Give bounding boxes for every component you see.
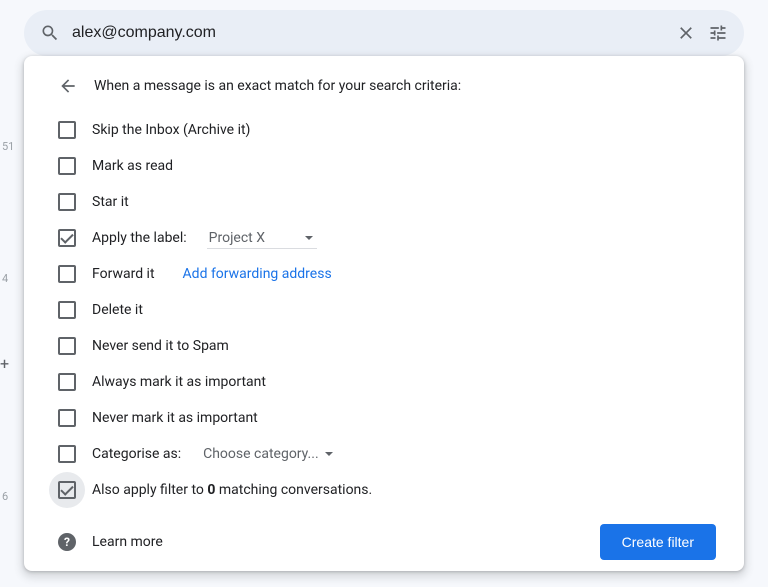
create-filter-button[interactable]: Create filter xyxy=(600,524,716,560)
checkbox-forward[interactable] xyxy=(58,265,76,283)
plus-icon[interactable]: + xyxy=(0,354,9,373)
label-apply-label: Apply the label: xyxy=(92,230,187,246)
panel-footer: ? Learn more Create filter xyxy=(52,524,716,560)
tune-icon[interactable] xyxy=(708,23,728,43)
chevron-down-icon xyxy=(305,236,313,240)
gutter-count-3: 6 xyxy=(2,490,8,503)
checkbox-apply-label[interactable] xyxy=(58,229,76,247)
help-icon[interactable]: ? xyxy=(58,533,76,551)
chevron-down-icon xyxy=(325,452,333,456)
label-dropdown[interactable]: Project X xyxy=(207,228,317,249)
close-icon[interactable] xyxy=(676,23,696,43)
checkbox-skip-inbox[interactable] xyxy=(58,121,76,139)
checkbox-star[interactable] xyxy=(58,193,76,211)
label-mark-read: Mark as read xyxy=(92,158,173,174)
option-delete: Delete it xyxy=(52,292,716,328)
option-skip-inbox: Skip the Inbox (Archive it) xyxy=(52,112,716,148)
checkbox-mark-read[interactable] xyxy=(58,157,76,175)
panel-header: When a message is an exact match for you… xyxy=(58,76,716,96)
label-skip-inbox: Skip the Inbox (Archive it) xyxy=(92,122,250,138)
panel-header-text: When a message is an exact match for you… xyxy=(94,78,461,94)
footer-left: ? Learn more xyxy=(58,533,163,551)
filter-panel: When a message is an exact match for you… xyxy=(24,56,744,571)
option-never-spam: Never send it to Spam xyxy=(52,328,716,364)
label-never-spam: Never send it to Spam xyxy=(92,338,229,354)
back-icon[interactable] xyxy=(58,76,78,96)
add-forwarding-link[interactable]: Add forwarding address xyxy=(183,266,332,282)
search-bar xyxy=(24,10,744,56)
gutter-count-2: 4 xyxy=(2,272,8,285)
option-mark-read: Mark as read xyxy=(52,148,716,184)
checkbox-also-apply[interactable] xyxy=(58,481,76,499)
checkbox-always-important[interactable] xyxy=(58,373,76,391)
left-gutter: 51 4 + 6 xyxy=(0,0,16,587)
label-categorise: Categorise as: xyxy=(92,446,181,462)
filter-options: Skip the Inbox (Archive it) Mark as read… xyxy=(52,112,716,508)
label-delete: Delete it xyxy=(92,302,143,318)
option-never-important: Never mark it as important xyxy=(52,400,716,436)
checkbox-highlight xyxy=(49,472,85,508)
label-dropdown-text: Project X xyxy=(209,230,265,246)
gutter-count-1: 51 xyxy=(2,140,14,153)
checkbox-never-spam[interactable] xyxy=(58,337,76,355)
checkbox-never-important[interactable] xyxy=(58,409,76,427)
option-forward: Forward it Add forwarding address xyxy=(52,256,716,292)
search-icon xyxy=(40,23,60,43)
categorise-dropdown[interactable]: Choose category... xyxy=(201,444,337,464)
learn-more-link[interactable]: Learn more xyxy=(92,534,163,550)
label-always-important: Always mark it as important xyxy=(92,374,266,390)
option-categorise: Categorise as: Choose category... xyxy=(52,436,716,472)
checkbox-categorise[interactable] xyxy=(58,445,76,463)
categorise-dropdown-text: Choose category... xyxy=(203,446,319,462)
label-also-apply: Also apply filter to 0 matching conversa… xyxy=(92,482,372,498)
option-always-important: Always mark it as important xyxy=(52,364,716,400)
label-forward: Forward it xyxy=(92,266,155,282)
option-apply-label: Apply the label: Project X xyxy=(52,220,716,256)
label-star: Star it xyxy=(92,194,129,210)
checkbox-delete[interactable] xyxy=(58,301,76,319)
option-star: Star it xyxy=(52,184,716,220)
search-input[interactable] xyxy=(72,24,664,42)
option-also-apply: Also apply filter to 0 matching conversa… xyxy=(52,472,716,508)
label-never-important: Never mark it as important xyxy=(92,410,258,426)
